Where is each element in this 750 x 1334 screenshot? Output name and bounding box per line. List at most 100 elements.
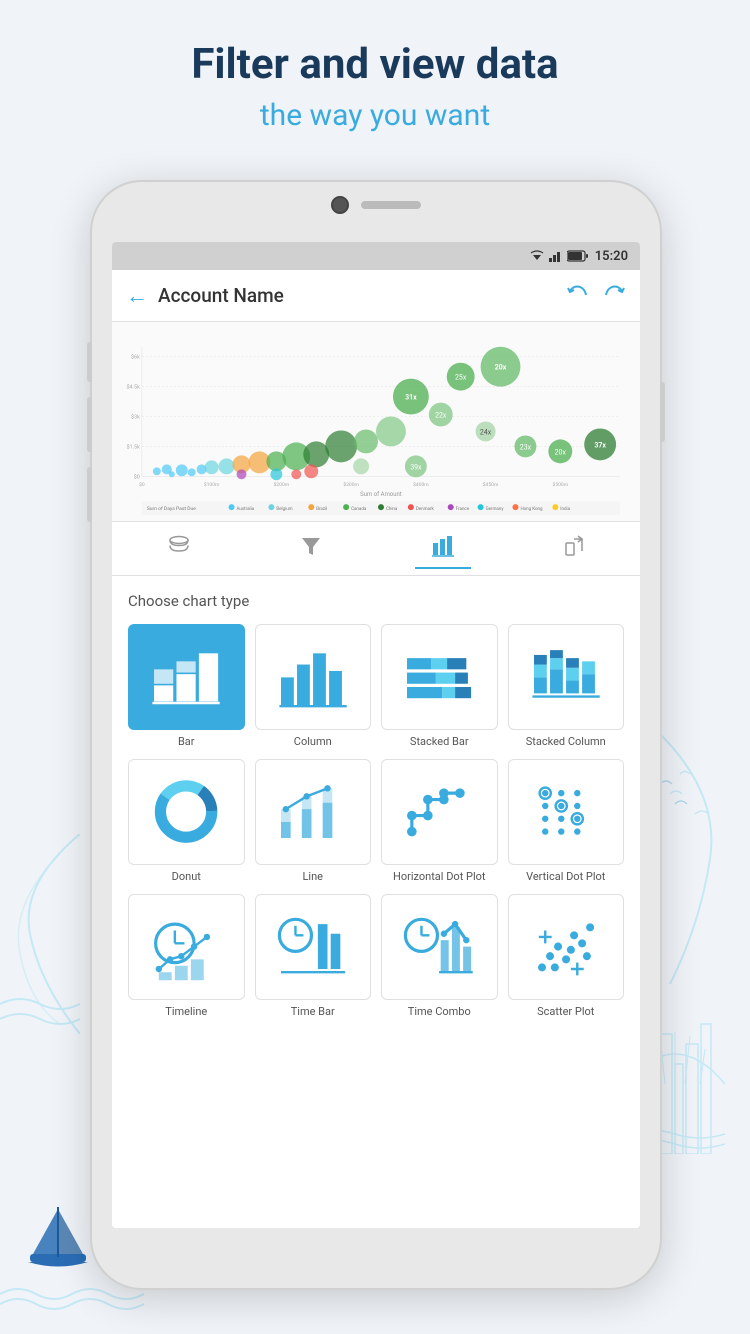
svg-text:37x: 37x [594, 441, 606, 449]
bar-chart-icon [146, 641, 226, 714]
phone-btn-left-1 [87, 342, 92, 382]
chart-item-label-timecombo: Time Combo [408, 1005, 471, 1019]
svg-text:$1.5k: $1.5k [126, 443, 140, 450]
chart-item-label-timebar: Time Bar [291, 1005, 335, 1019]
status-time: 15:20 [595, 249, 628, 264]
svg-text:Germany: Germany [486, 506, 505, 512]
line-chart-icon [273, 776, 353, 849]
undo-button[interactable] [566, 283, 588, 308]
chart-item-label-vdot: Vertical Dot Plot [526, 870, 605, 884]
phone-frame: 15:20 ← Account Name [90, 180, 662, 1290]
chart-item-donut[interactable]: Donut [128, 759, 245, 884]
chart-item-box-timebar[interactable] [255, 894, 372, 1000]
page-header: Filter and view data the way you want [0, 40, 750, 133]
chart-bar-icon [431, 535, 455, 563]
chart-item-timeline[interactable]: Timeline [128, 894, 245, 1019]
column-chart-icon [273, 641, 353, 714]
status-bar: 15:20 [112, 242, 640, 270]
svg-text:20x: 20x [555, 448, 567, 456]
svg-text:22x: 22x [435, 412, 447, 420]
chart-item-label-stacked-bar: Stacked Bar [410, 735, 469, 749]
chart-item-box-stacked-bar[interactable] [381, 624, 498, 730]
svg-text:Australia: Australia [237, 506, 255, 512]
svg-text:Hong Kong: Hong Kong [520, 506, 543, 512]
chart-item-box-column[interactable] [255, 624, 372, 730]
chart-item-label-bar: Bar [178, 735, 195, 749]
deco-right [660, 734, 750, 984]
chart-item-line[interactable]: Line [255, 759, 372, 884]
chart-item-box-timeline[interactable] [128, 894, 245, 1000]
chart-item-bar[interactable]: Bar [128, 624, 245, 749]
svg-text:23x: 23x [520, 443, 532, 451]
chart-item-box-line[interactable] [255, 759, 372, 865]
svg-text:$6k: $6k [131, 354, 140, 361]
svg-text:$450m: $450m [483, 481, 499, 488]
svg-text:20x: 20x [495, 364, 507, 372]
svg-text:Canada: Canada [351, 506, 367, 512]
bubble-chart-svg: Sum of Account AnnualRevenue $0 $1.5k $3… [112, 322, 640, 521]
app-title: Account Name [158, 284, 566, 307]
toolbar-filter[interactable] [284, 531, 338, 567]
chart-item-hdot[interactable]: Horizontal Dot Plot [381, 759, 498, 884]
chart-item-box-donut[interactable] [128, 759, 245, 865]
toolbar-chart[interactable] [415, 531, 471, 567]
chart-item-label-line: Line [302, 870, 323, 884]
chart-item-label-stacked-column: Stacked Column [526, 735, 606, 749]
chart-item-box-bar[interactable] [128, 624, 245, 730]
svg-text:France: France [456, 506, 470, 512]
svg-text:Brazil: Brazil [316, 506, 327, 512]
chart-item-box-hdot[interactable] [381, 759, 498, 865]
chart-item-label-donut: Donut [172, 870, 201, 884]
svg-text:Belgium: Belgium [276, 506, 292, 512]
share-icon [564, 535, 586, 563]
svg-text:India: India [560, 506, 570, 512]
database-icon [167, 535, 191, 563]
svg-text:25x: 25x [455, 374, 467, 382]
stacked-bar-chart-icon [399, 641, 479, 714]
chart-type-title: Choose chart type [128, 592, 624, 610]
chart-item-timebar[interactable]: Time Bar [255, 894, 372, 1019]
phone-btn-left-3 [87, 467, 92, 522]
phone-btn-left-2 [87, 397, 92, 452]
chart-item-box-scatter[interactable] [508, 894, 625, 1000]
chart-item-box-stacked-column[interactable] [508, 624, 625, 730]
chart-item-stacked-bar[interactable]: Stacked Bar [381, 624, 498, 749]
redo-button[interactable] [604, 283, 626, 308]
toolbar-data[interactable] [151, 531, 207, 567]
svg-text:31x: 31x [405, 394, 417, 402]
chart-type-panel: Choose chart type Bar [112, 576, 640, 1228]
chart-item-box-vdot[interactable] [508, 759, 625, 865]
wifi-icon [529, 250, 545, 262]
back-button[interactable]: ← [126, 283, 148, 309]
phone-top [331, 196, 421, 214]
app-header: ← Account Name [112, 270, 640, 322]
timebar-chart-icon [273, 911, 353, 984]
chart-item-label-column: Column [294, 735, 332, 749]
toolbar [112, 522, 640, 576]
svg-text:$0: $0 [139, 481, 145, 488]
phone-camera [331, 196, 349, 214]
svg-text:39x: 39x [410, 463, 422, 471]
chart-item-box-timecombo[interactable] [381, 894, 498, 1000]
chart-item-scatter[interactable]: Scatter Plot [508, 894, 625, 1019]
stacked-column-chart-icon [526, 641, 606, 714]
phone-btn-right [660, 382, 665, 442]
vdot-chart-icon [526, 776, 606, 849]
toolbar-share[interactable] [548, 531, 602, 567]
deco-arc-left [0, 834, 80, 1034]
scatter-chart-icon [526, 911, 606, 984]
chart-item-column[interactable]: Column [255, 624, 372, 749]
chart-item-label-timeline: Timeline [165, 1005, 207, 1019]
svg-text:Sum of Days Past Due: Sum of Days Past Due [147, 505, 196, 512]
filter-icon [300, 535, 322, 563]
chart-item-vdot[interactable]: Vertical Dot Plot [508, 759, 625, 884]
svg-text:$300m: $300m [343, 481, 359, 488]
chart-item-stacked-column[interactable]: Stacked Column [508, 624, 625, 749]
svg-text:$200m: $200m [274, 481, 290, 488]
headline: Filter and view data [0, 40, 750, 90]
status-icons [529, 250, 589, 262]
chart-item-timecombo[interactable]: Time Combo [381, 894, 498, 1019]
header-actions [566, 283, 626, 308]
chart-item-label-hdot: Horizontal Dot Plot [393, 870, 486, 884]
hdot-chart-icon [399, 776, 479, 849]
